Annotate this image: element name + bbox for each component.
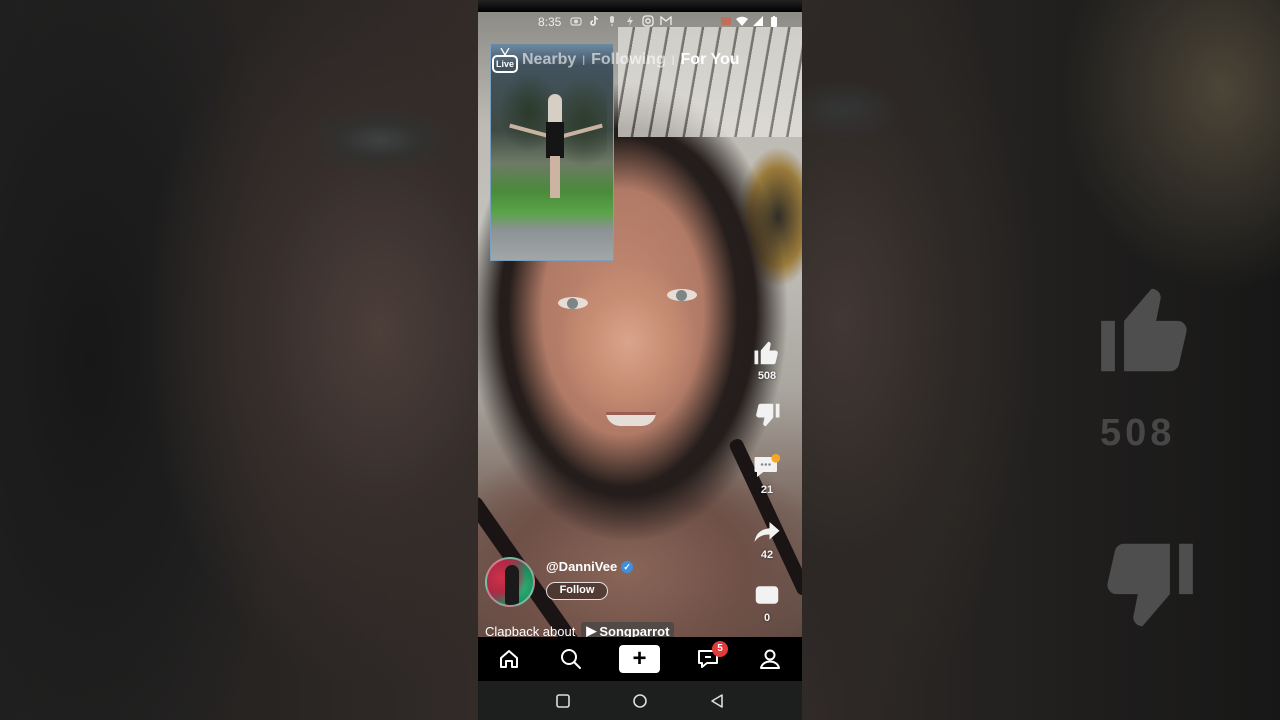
save-action[interactable]: 0 — [746, 580, 788, 624]
follow-button[interactable]: Follow — [546, 582, 608, 600]
dislike-action[interactable] — [746, 400, 788, 430]
background-dim-overlay — [0, 0, 478, 720]
video-face-mouth — [606, 412, 656, 426]
live-preview-person — [546, 94, 564, 204]
live-preview-window[interactable] — [490, 43, 614, 261]
avatar-figure — [505, 565, 519, 605]
video-face-eye — [667, 289, 697, 301]
gmail-icon — [660, 15, 672, 27]
blurred-background-left — [0, 0, 478, 720]
share-count: 42 — [760, 549, 774, 561]
blurred-background-right: 508 — [802, 0, 1280, 720]
tiktok-icon — [588, 15, 600, 27]
feed-tabs: Nearby | Following | For You — [522, 51, 740, 69]
profile-icon[interactable] — [758, 647, 782, 671]
tab-separator: | — [671, 54, 675, 66]
notification-icons — [570, 15, 672, 27]
video-face-eye — [558, 297, 588, 309]
background-dim-overlay — [802, 0, 1280, 720]
tab-separator: | — [582, 54, 586, 66]
share-action[interactable]: 42 — [746, 517, 788, 561]
comment-icon[interactable] — [752, 452, 782, 482]
creator-avatar[interactable] — [485, 557, 535, 607]
tab-nearby[interactable]: Nearby — [522, 51, 576, 69]
status-top-edge — [478, 0, 802, 12]
video-background-railing — [618, 27, 802, 137]
comment-count: 21 — [760, 484, 774, 496]
creator-handle[interactable]: @DanniVee — [546, 559, 617, 574]
search-icon[interactable] — [559, 647, 583, 671]
signal-icon — [752, 15, 764, 27]
live-badge[interactable]: Live — [492, 55, 518, 73]
home-icon[interactable] — [497, 647, 521, 671]
share-arrow-icon[interactable] — [752, 517, 782, 547]
save-icon[interactable] — [752, 580, 782, 610]
camera-icon — [570, 15, 582, 27]
flash-icon — [624, 15, 636, 27]
inbox-badge: 5 — [712, 641, 728, 657]
cast-icon — [720, 15, 732, 27]
comment-action[interactable]: 21 — [746, 452, 788, 496]
creator-handle-row[interactable]: @DanniVee ✓ — [546, 559, 634, 574]
wifi-icon — [736, 15, 748, 27]
system-status-icons — [720, 15, 780, 27]
create-button[interactable]: + — [619, 645, 660, 673]
phone-screen: 8:35 Live Nearby | Following | For You 5… — [478, 0, 802, 720]
instagram-icon — [642, 15, 654, 27]
thumbs-up-icon[interactable] — [752, 338, 782, 368]
thumbs-down-icon[interactable] — [752, 400, 782, 430]
android-navigation-bar — [478, 681, 802, 720]
battery-icon — [768, 15, 780, 27]
status-time: 8:35 — [538, 15, 562, 29]
home-circle-icon[interactable] — [632, 693, 648, 709]
tab-for-you[interactable]: For You — [681, 51, 740, 69]
recents-square-icon[interactable] — [555, 693, 571, 709]
like-action[interactable]: 508 — [746, 338, 788, 382]
verified-badge-icon: ✓ — [621, 560, 634, 573]
like-count: 508 — [757, 370, 777, 382]
status-bar: 8:35 — [478, 12, 802, 32]
mic-icon — [606, 15, 618, 27]
save-count: 0 — [763, 612, 771, 624]
bottom-navigation: + 5 — [478, 637, 802, 681]
back-triangle-icon[interactable] — [709, 693, 725, 709]
tab-following[interactable]: Following — [591, 51, 666, 69]
